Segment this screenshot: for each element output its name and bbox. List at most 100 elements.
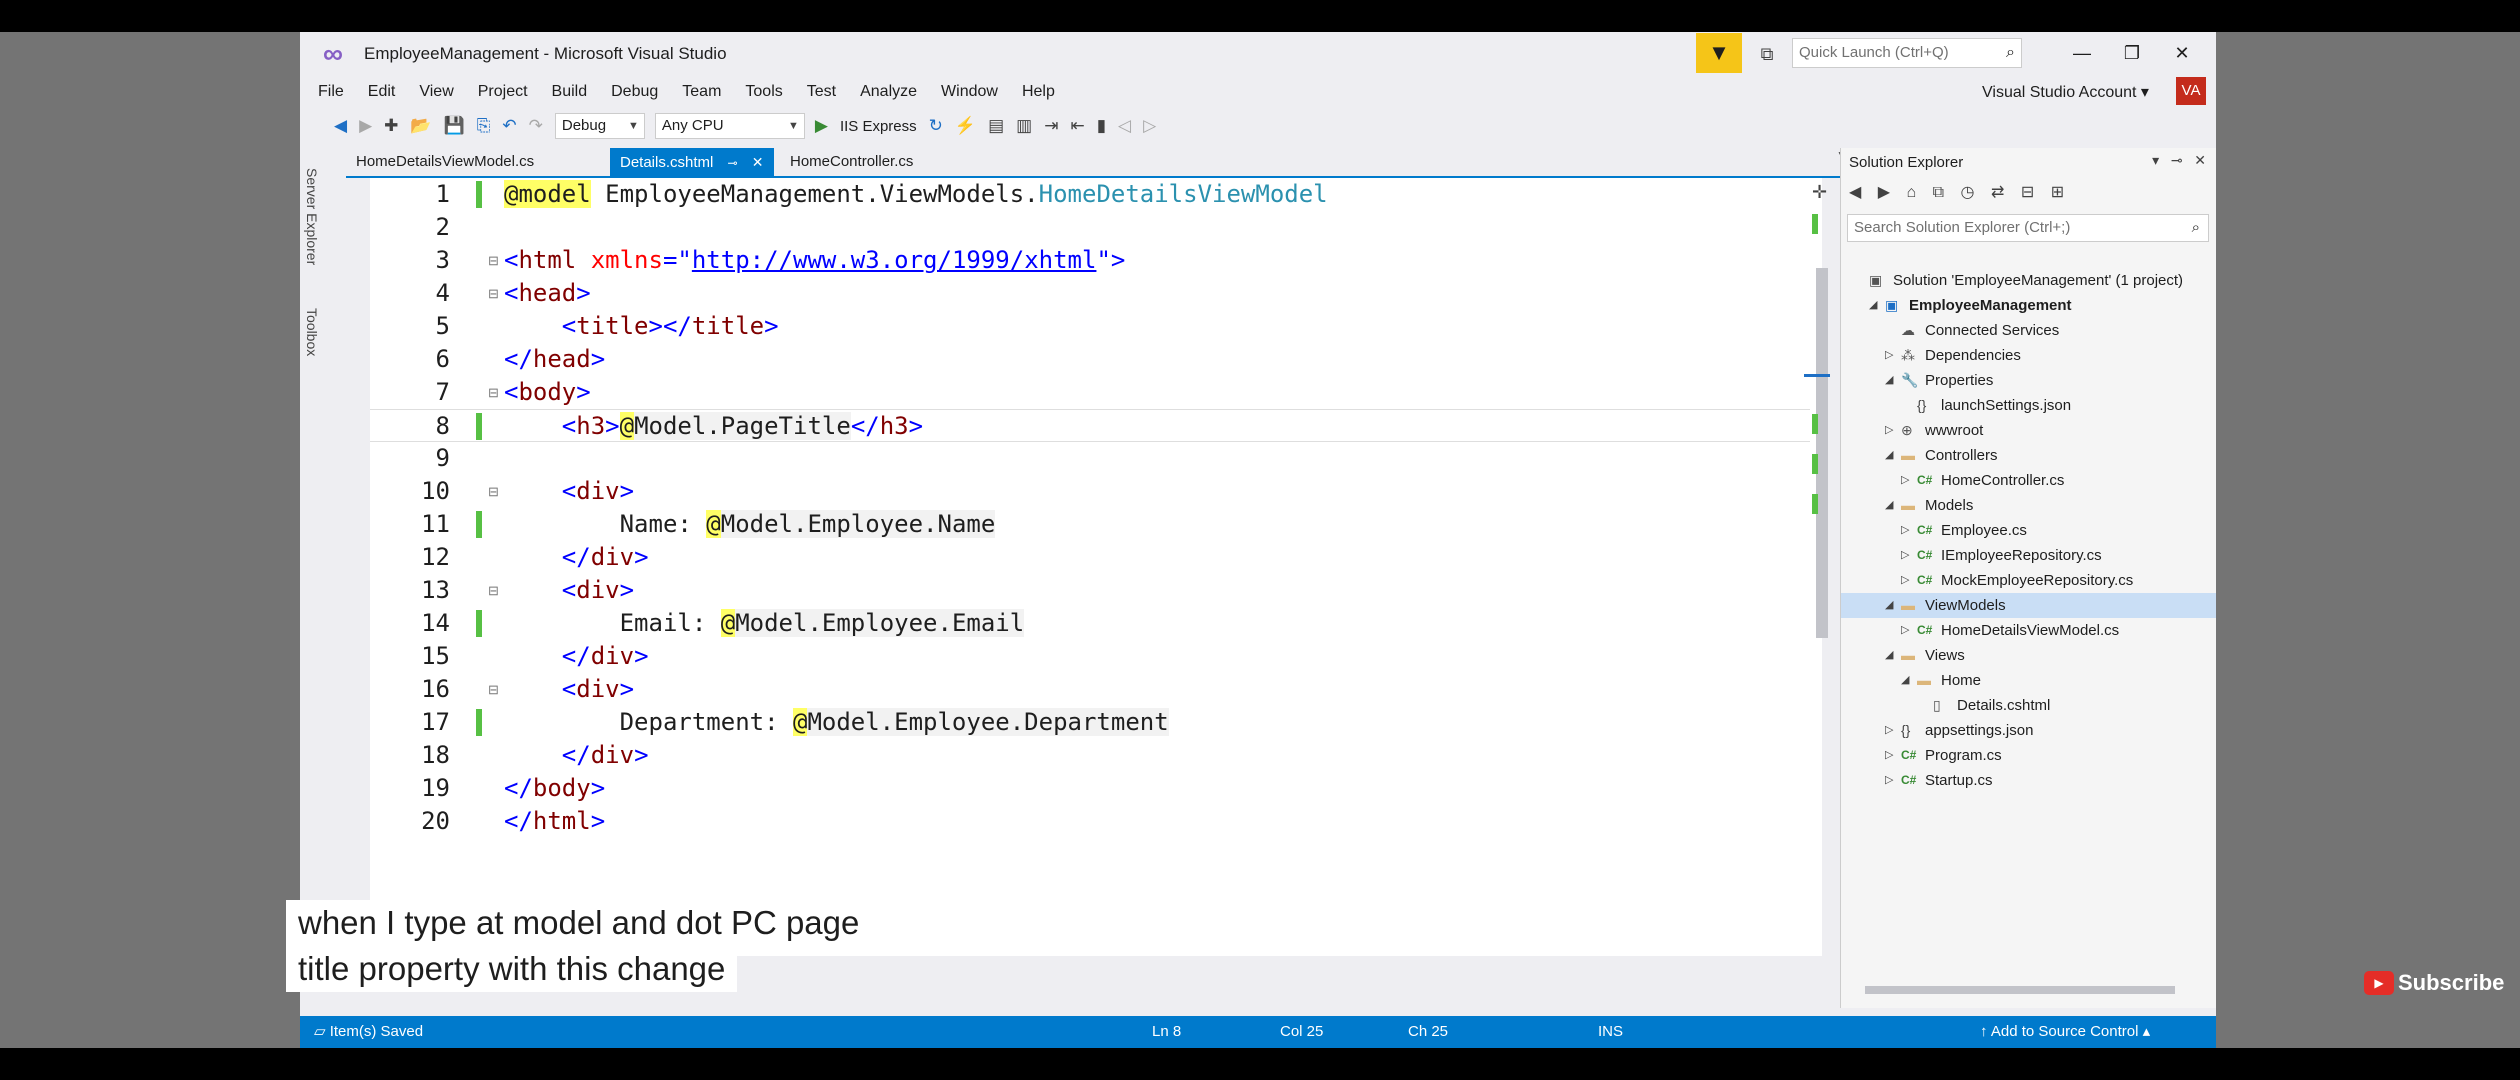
tab-home-details-view-model[interactable]: HomeDetailsViewModel.cs xyxy=(346,148,544,176)
tree-item[interactable]: ▷ C# Program.cs xyxy=(1841,743,2216,768)
close-icon[interactable]: ✕ xyxy=(2194,152,2206,168)
next-bookmark-icon[interactable]: ▷ xyxy=(1143,116,1156,136)
expand-arrow-icon[interactable]: ▷ xyxy=(1885,743,1893,768)
bookmark-icon[interactable]: ▮ xyxy=(1097,116,1106,136)
tree-item[interactable]: ◢ ▬ Home xyxy=(1841,668,2216,693)
scroll-thumb[interactable] xyxy=(1816,268,1828,638)
redo-icon[interactable]: ↷ xyxy=(529,116,543,136)
expand-arrow-icon[interactable]: ▷ xyxy=(1901,518,1909,543)
open-file-icon[interactable]: 📂 xyxy=(410,116,431,136)
tab-server-explorer[interactable]: Server Explorer xyxy=(304,168,320,265)
tree-item[interactable]: ◢ ▬ Controllers xyxy=(1841,443,2216,468)
collapse-arrow-icon[interactable]: ◢ xyxy=(1885,593,1893,618)
tree-item[interactable]: ◢ ▣ EmployeeManagement xyxy=(1841,293,2216,318)
expand-arrow-icon[interactable]: ▷ xyxy=(1885,718,1893,743)
code-line[interactable]: <div> 16 ⊟ xyxy=(370,673,1810,706)
expand-arrow-icon[interactable]: ▷ xyxy=(1901,468,1909,493)
code-line[interactable]: <body> 7 ⊟ xyxy=(370,376,1810,409)
scroll-thumb[interactable] xyxy=(1865,986,2175,994)
configuration-select[interactable]: Debug ▼ xyxy=(554,113,645,139)
forward-icon[interactable]: ▶ xyxy=(1878,184,1890,201)
tree-item[interactable]: ▣ Solution 'EmployeeManagement' (1 projec… xyxy=(1841,268,2216,293)
switch-views-icon[interactable]: ⧉ xyxy=(1933,184,1944,201)
indent-icon[interactable]: ⇥ xyxy=(1044,116,1058,136)
menu-debug[interactable]: Debug xyxy=(611,83,658,101)
quick-launch-input[interactable]: Quick Launch (Ctrl+Q) ⌕ xyxy=(1792,38,2022,68)
tree-item[interactable]: ▷ C# Employee.cs xyxy=(1841,518,2216,543)
code-line[interactable]: <title></title> 5 xyxy=(370,310,1810,343)
avatar[interactable]: VA xyxy=(2176,77,2206,105)
toolbar-columns-icon[interactable]: ▥ xyxy=(1016,116,1032,136)
feedback-icon[interactable]: ⧉ xyxy=(1752,40,1782,68)
restore-button[interactable]: ❐ xyxy=(2112,38,2152,68)
code-line[interactable]: </head> 6 xyxy=(370,343,1810,376)
expand-arrow-icon[interactable]: ▷ xyxy=(1901,568,1909,593)
menu-test[interactable]: Test xyxy=(807,83,836,101)
show-all-files-icon[interactable]: ⊞ xyxy=(2051,184,2064,201)
collapse-arrow-icon[interactable]: ◢ xyxy=(1885,643,1893,668)
code-line[interactable]: </div> 18 xyxy=(370,739,1810,772)
xmlns-url-link[interactable]: http://www.w3.org/1999/xhtml xyxy=(692,246,1097,274)
collapse-region-icon[interactable]: ⊟ xyxy=(488,253,499,269)
menu-project[interactable]: Project xyxy=(478,83,528,101)
sync-icon[interactable]: ⇄ xyxy=(1991,184,2004,201)
expand-arrow-icon[interactable]: ▷ xyxy=(1901,618,1909,643)
tab-toolbox[interactable]: Toolbox xyxy=(304,308,320,356)
menu-window[interactable]: Window xyxy=(941,83,998,101)
menu-tools[interactable]: Tools xyxy=(745,83,782,101)
minimize-button[interactable]: — xyxy=(2062,38,2102,68)
expand-arrow-icon[interactable]: ▷ xyxy=(1901,543,1909,568)
menu-edit[interactable]: Edit xyxy=(368,83,396,101)
tree-item[interactable]: ▷ C# IEmployeeRepository.cs xyxy=(1841,543,2216,568)
menu-analyze[interactable]: Analyze xyxy=(860,83,917,101)
code-line[interactable]: </html> 20 xyxy=(370,805,1810,838)
menu-build[interactable]: Build xyxy=(552,83,588,101)
run-target-button[interactable]: IIS Express xyxy=(840,118,917,135)
notification-flag-icon[interactable]: ▼ xyxy=(1696,33,1742,73)
tree-item[interactable]: ◢ ▬ Models xyxy=(1841,493,2216,518)
toolbar-layout-icon[interactable]: ▤ xyxy=(988,116,1004,136)
code-line[interactable]: 9 xyxy=(370,442,1810,475)
menu-view[interactable]: View xyxy=(419,83,453,101)
menu-team[interactable]: Team xyxy=(682,83,721,101)
code-line[interactable]: <div> 10 ⊟ xyxy=(370,475,1810,508)
home-icon[interactable]: ⌂ xyxy=(1907,184,1917,201)
subscribe-button[interactable]: ▶ Subscribe xyxy=(2364,970,2504,996)
platform-select[interactable]: Any CPU ▼ xyxy=(654,113,805,139)
code-line[interactable]: </body> 19 xyxy=(370,772,1810,805)
collapse-arrow-icon[interactable]: ◢ xyxy=(1869,293,1877,318)
collapse-region-icon[interactable]: ⊟ xyxy=(488,583,499,599)
tree-item[interactable]: ◢ ▬ ViewModels xyxy=(1841,593,2216,618)
collapse-all-icon[interactable]: ⊟ xyxy=(2021,184,2034,201)
tree-item[interactable]: ▷ ⁂ Dependencies xyxy=(1841,343,2216,368)
code-editor[interactable]: @model EmployeeManagement.ViewModels.Hom… xyxy=(370,178,1822,956)
refresh-icon[interactable]: ↻ xyxy=(929,116,943,136)
back-icon[interactable]: ◀ xyxy=(334,116,347,136)
tab-home-controller[interactable]: HomeController.cs xyxy=(780,148,923,176)
code-line[interactable]: <html xmlns="http://www.w3.org/1999/xhtm… xyxy=(370,244,1810,277)
code-line[interactable]: Email: @Model.Employee.Email 14 xyxy=(370,607,1810,640)
expand-arrow-icon[interactable]: ▷ xyxy=(1885,343,1893,368)
account-menu[interactable]: Visual Studio Account ▾ xyxy=(1982,82,2149,102)
code-line[interactable]: Department: @Model.Employee.Department 17 xyxy=(370,706,1810,739)
solution-search-input[interactable]: Search Solution Explorer (Ctrl+;) ⌕ xyxy=(1847,214,2209,242)
tree-item[interactable]: ▷ C# HomeDetailsViewModel.cs xyxy=(1841,618,2216,643)
save-icon[interactable]: 💾 xyxy=(444,116,465,136)
collapse-region-icon[interactable]: ⊟ xyxy=(488,484,499,500)
code-line[interactable]: Name: @Model.Employee.Name 11 xyxy=(370,508,1810,541)
tree-item[interactable]: ▯ Details.cshtml xyxy=(1841,693,2216,718)
tree-item[interactable]: ▷ C# HomeController.cs xyxy=(1841,468,2216,493)
tree-item[interactable]: ▷ C# MockEmployeeRepository.cs xyxy=(1841,568,2216,593)
outdent-icon[interactable]: ⇤ xyxy=(1070,116,1084,136)
collapse-region-icon[interactable]: ⊟ xyxy=(488,682,499,698)
undo-icon[interactable]: ↶ xyxy=(502,116,516,136)
close-window-button[interactable]: ✕ xyxy=(2162,38,2202,68)
new-project-icon[interactable]: ✚ xyxy=(384,116,398,136)
save-all-icon[interactable]: ⎘ xyxy=(477,116,491,136)
forward-icon[interactable]: ▶ xyxy=(359,116,372,136)
expand-arrow-icon[interactable]: ▷ xyxy=(1885,418,1893,443)
code-line[interactable]: @model EmployeeManagement.ViewModels.Hom… xyxy=(370,178,1810,211)
tree-item[interactable]: ▷ {} appsettings.json xyxy=(1841,718,2216,743)
tree-item[interactable]: ▷ C# Startup.cs xyxy=(1841,768,2216,793)
tree-horizontal-scrollbar[interactable] xyxy=(1855,984,2199,996)
